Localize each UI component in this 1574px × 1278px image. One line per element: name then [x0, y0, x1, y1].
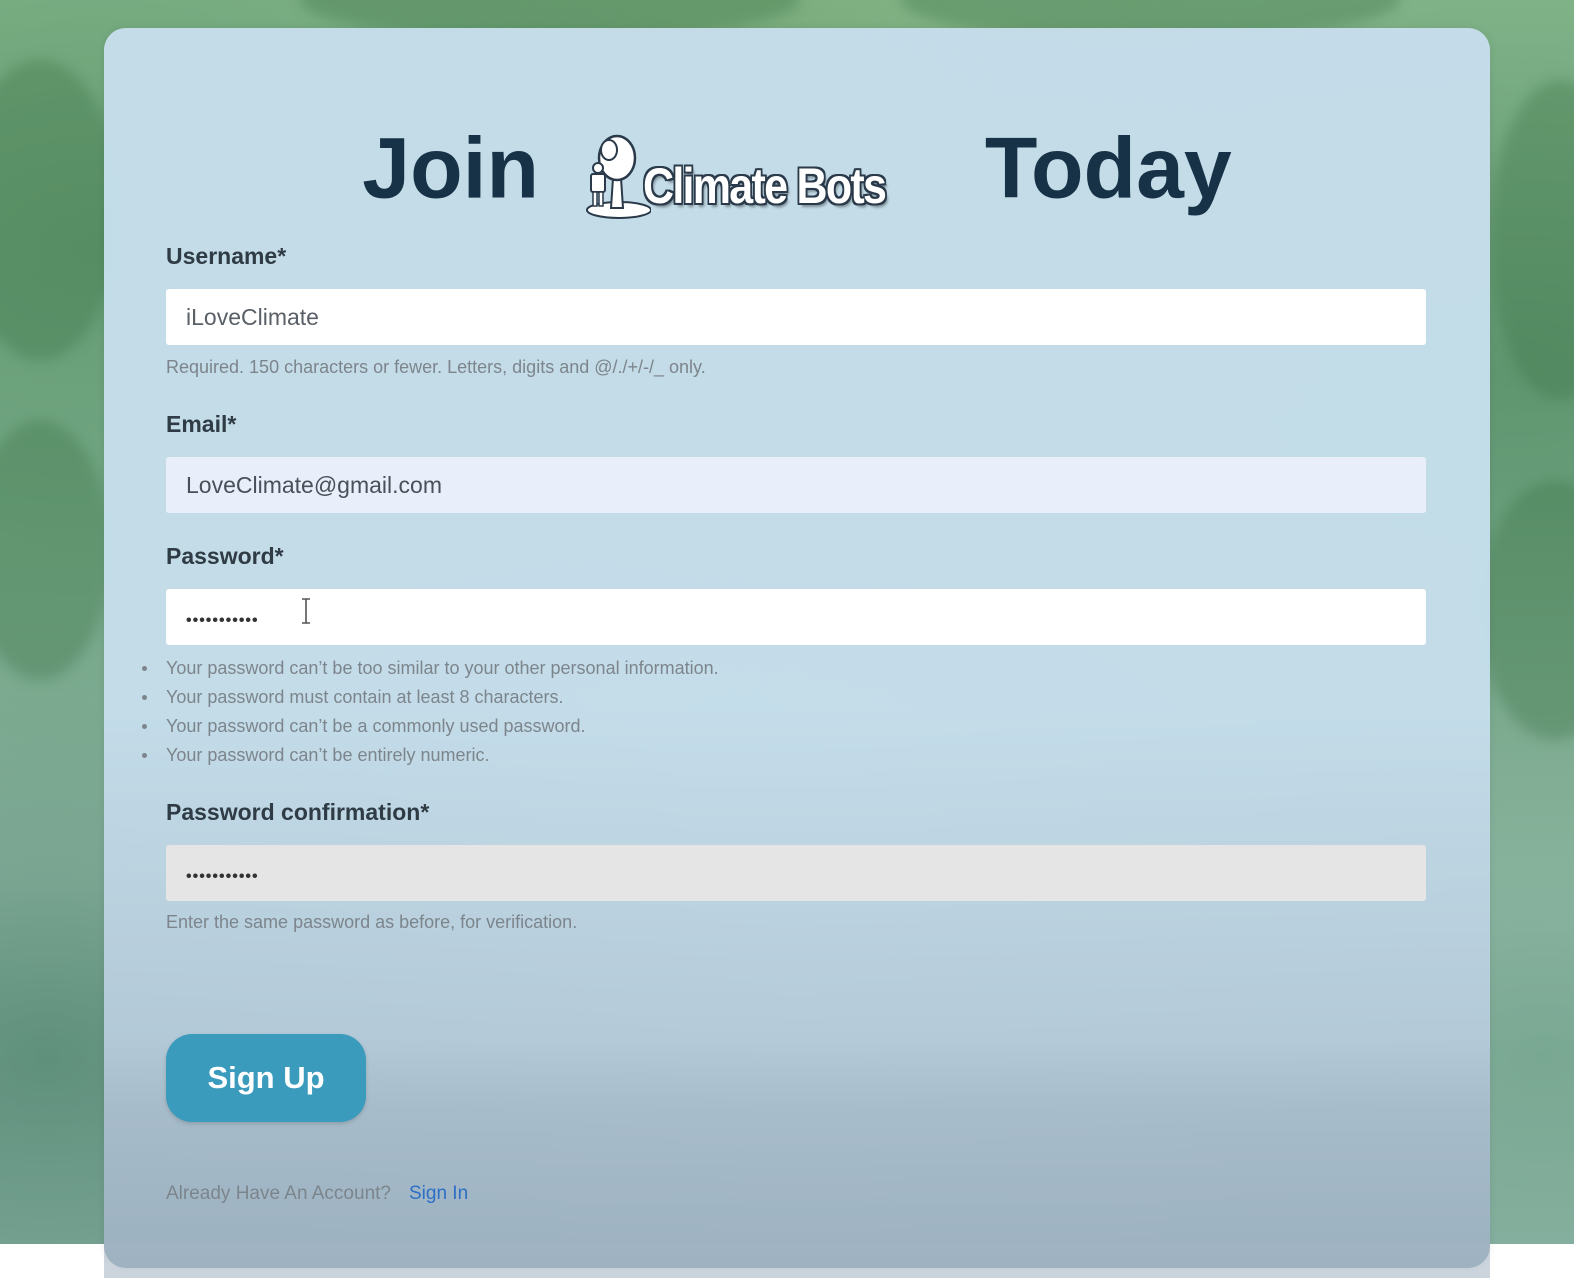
- sign-up-button[interactable]: Sign Up: [166, 1034, 366, 1122]
- email-input[interactable]: LoveClimate@gmail.com: [166, 457, 1426, 513]
- sign-in-link[interactable]: Sign In: [409, 1183, 468, 1204]
- title-join: Join: [362, 120, 540, 217]
- page-title: Join Climate Bots Today: [104, 112, 1490, 220]
- password-rules-list: Your password can’t be too similar to yo…: [142, 654, 719, 770]
- email-value: LoveClimate@gmail.com: [186, 472, 442, 498]
- password-value: •••••••••••: [186, 612, 259, 629]
- password-confirmation-value: •••••••••••: [186, 868, 259, 885]
- username-value: iLoveClimate: [186, 304, 319, 330]
- password-rule: Your password must contain at least 8 ch…: [142, 683, 719, 712]
- tree-robot-icon: [585, 135, 651, 220]
- password-label: Password*: [166, 543, 284, 569]
- title-today: Today: [984, 120, 1232, 217]
- password-input[interactable]: •••••••••••: [166, 589, 1426, 645]
- text-cursor-icon: [302, 598, 310, 624]
- signup-card: Join Climate Bots Today Username* iLoveC…: [104, 28, 1490, 1278]
- email-label: Email*: [166, 411, 237, 437]
- signin-prompt: Already Have An Account? Sign In: [166, 1182, 468, 1206]
- password-confirmation-label: Password confirmation*: [166, 799, 430, 825]
- climate-bots-logo: Climate Bots: [581, 124, 953, 224]
- password-rule: Your password can’t be entirely numeric.: [142, 741, 719, 770]
- username-help-text: Required. 150 characters or fewer. Lette…: [166, 357, 706, 377]
- username-input[interactable]: iLoveClimate: [166, 289, 1426, 345]
- password-rule: Your password can’t be a commonly used p…: [142, 712, 719, 741]
- password-rule: Your password can’t be too similar to yo…: [142, 654, 719, 683]
- password-confirmation-input[interactable]: •••••••••••: [166, 845, 1426, 901]
- password-confirmation-help-text: Enter the same password as before, for v…: [166, 912, 578, 932]
- username-label: Username*: [166, 243, 287, 269]
- logo-text: Climate Bots: [642, 158, 887, 215]
- already-have-account-text: Already Have An Account?: [166, 1183, 391, 1204]
